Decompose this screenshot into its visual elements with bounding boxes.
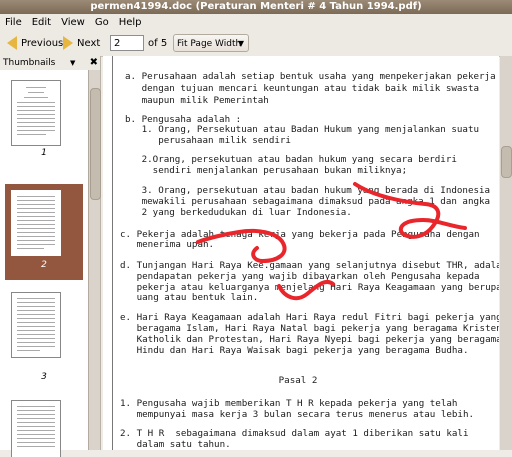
menu-help[interactable]: Help [114,14,147,31]
red-annotation [196,182,467,301]
sidebar-title: Thumbnails [3,58,56,68]
menu-go[interactable]: Go [90,14,114,31]
thumbnail-label: 3 [41,372,47,382]
window-title: permen41994.doc (Peraturan Menteri # 4 T… [90,1,422,12]
arrow-left-icon [7,36,17,50]
previous-label: Previous [21,38,64,49]
document-page: a. Perusahaan adalah setiap bentuk usaha… [103,56,499,450]
chevron-down-icon[interactable]: ▼ [70,56,75,70]
arrow-right-icon [63,36,73,50]
sidebar-scrollbar[interactable] [88,70,101,450]
menu-view[interactable]: View [56,14,90,31]
previous-button[interactable]: Previous [0,31,64,56]
next-button[interactable]: Next [60,31,100,56]
document-scrollbar[interactable] [500,56,512,450]
menubar: File Edit View Go Help [0,14,512,31]
thumbnail-list[interactable]: 1 2 3 [0,70,88,457]
document-scroll-thumb[interactable] [501,146,512,178]
thumbnail-page-2[interactable] [11,190,61,256]
thumbnail-label: 2 [41,260,47,270]
thumbnail-page-1[interactable] [11,80,61,146]
sidebar-header[interactable]: Thumbnails ▼ ✖ [0,56,101,70]
zoom-select[interactable]: Fit Page Width ▼ [173,34,249,52]
thumbnail-label: 1 [41,148,47,158]
menu-edit[interactable]: Edit [27,14,56,31]
window-titlebar: permen41994.doc (Peraturan Menteri # 4 T… [0,0,512,14]
thumbnail-page-4[interactable] [11,400,61,457]
sidebar-scroll-thumb[interactable] [90,88,101,200]
chevron-down-icon: ▼ [237,39,244,48]
toolbar: Previous Next 2 of 5 Fit Page Width ▼ [0,31,512,57]
page-count: of 5 [148,38,168,49]
thumbnail-page-3[interactable] [11,292,61,358]
zoom-label: Fit Page Width [177,39,242,49]
next-label: Next [77,38,101,49]
page-number-input[interactable]: 2 [110,35,144,51]
menu-file[interactable]: File [0,14,27,31]
close-icon[interactable]: ✖ [90,56,98,70]
sidebar: Thumbnails ▼ ✖ 1 2 3 [0,56,101,457]
